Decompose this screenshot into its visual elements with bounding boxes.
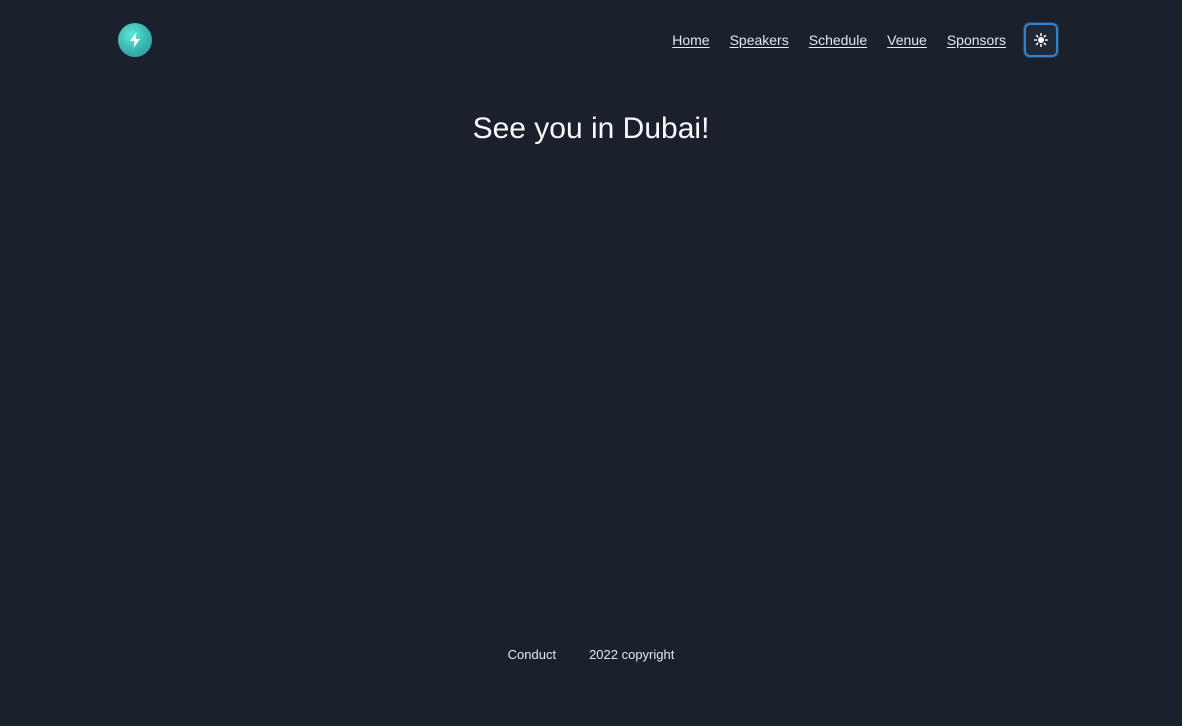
main-nav: Home Speakers Schedule Venue Sponsors [672,23,1058,57]
lightning-bolt-icon [130,32,140,48]
site-footer: Conduct 2022 copyright [0,647,1182,662]
copyright-text: 2022 copyright [589,647,675,662]
nav-link-home[interactable]: Home [672,32,709,48]
nav-link-sponsors[interactable]: Sponsors [947,32,1006,48]
nav-link-venue[interactable]: Venue [887,32,927,48]
nav-link-speakers[interactable]: Speakers [730,32,789,48]
nav-link-schedule[interactable]: Schedule [809,32,867,48]
page-headline: See you in Dubai! [472,112,710,145]
conduct-link[interactable]: Conduct [508,647,556,662]
site-header: Home Speakers Schedule Venue Sponsors [118,20,1058,60]
sun-icon [1034,33,1048,47]
theme-toggle-button[interactable] [1024,23,1058,57]
page: Home Speakers Schedule Venue Sponsors Se… [0,0,1182,726]
logo[interactable] [118,23,152,57]
